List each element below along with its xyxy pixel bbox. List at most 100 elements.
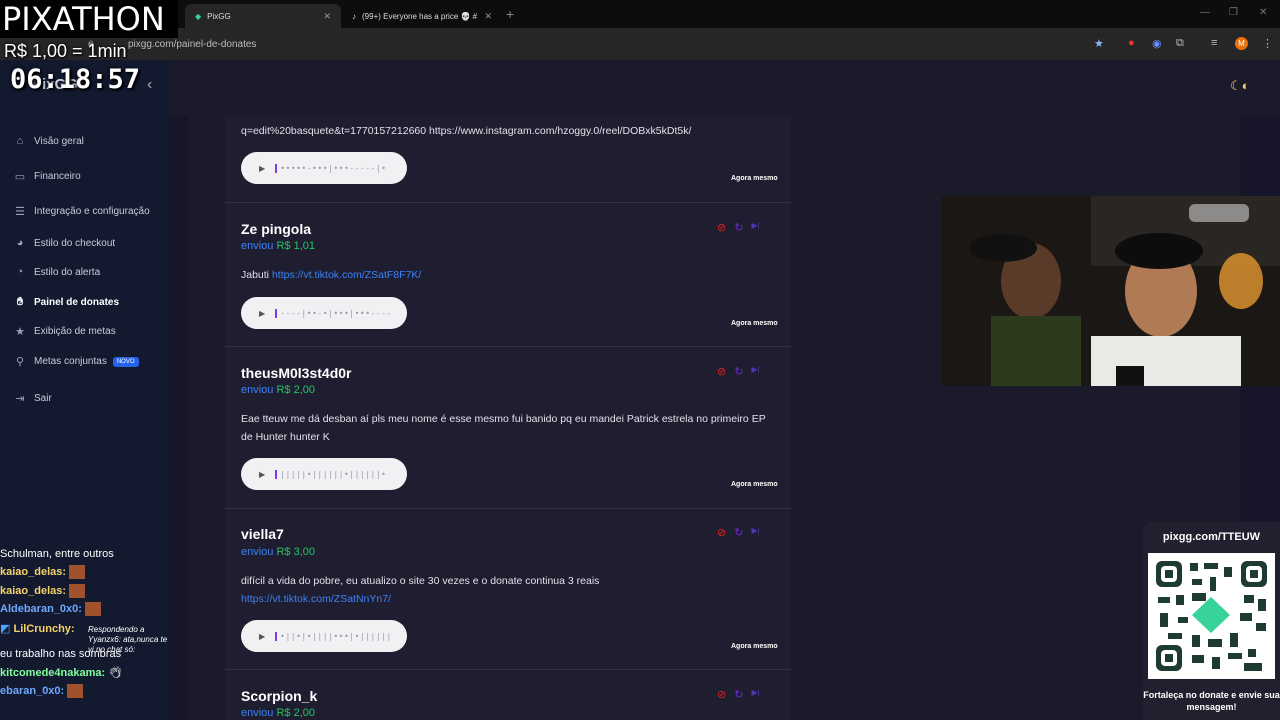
pixathon-rate: R$ 1,00 = 1min	[4, 41, 127, 61]
donor-name: Scorpion_k	[241, 688, 318, 704]
audio-player[interactable]: ▶ •||•|•||||•••|•||||||	[241, 620, 407, 652]
emote-hand-icon: 👏︎	[108, 667, 123, 679]
sidebar-item-painel-donates[interactable]: ✋︎ Painel de donates	[14, 296, 119, 309]
audio-player[interactable]: ▶ ·---|••-•|•••|•••----	[241, 297, 407, 329]
play-icon[interactable]: ▶	[259, 164, 265, 173]
audio-player[interactable]: ▶ •••••-•••|•••--·--|•	[241, 152, 407, 184]
divider	[225, 669, 791, 670]
chat-line: ebaran_0x0:	[0, 684, 84, 698]
waveform[interactable]: •||•|•||||•••|•||||||	[275, 631, 392, 641]
replay-icon[interactable]: ↻	[734, 365, 743, 378]
donor-name: Ze pingola	[241, 221, 311, 237]
maximize-icon[interactable]: ❐	[1229, 7, 1238, 18]
sent-label: enviou	[241, 240, 274, 252]
settings-sliders-icon: ☰	[15, 206, 25, 218]
chat-line: kitcomede4nakama: 👏︎	[0, 666, 122, 679]
ban-icon[interactable]: ⊘	[717, 365, 726, 378]
skip-icon[interactable]: ▶|	[751, 221, 759, 234]
skip-icon[interactable]: ▶|	[751, 688, 759, 701]
chat-line: Schulman, entre outros	[0, 548, 114, 560]
donation-message: q=edit%20basquete&t=1770157212660 https:…	[241, 125, 692, 137]
emote-face-icon	[69, 565, 86, 579]
donation-amount: R$ 3,00	[276, 546, 316, 558]
message-text: Jabuti	[241, 269, 270, 281]
share-icon: ⚲	[15, 356, 25, 368]
donation-link[interactable]: https://vt.tiktok.com/ZSatNnYn7/	[241, 593, 391, 605]
play-icon[interactable]: ▶	[259, 632, 265, 641]
play-icon[interactable]: ▶	[259, 309, 265, 318]
tiktok-icon: ♪	[352, 11, 356, 21]
waveform[interactable]: •••••-•••|•••--·--|•	[275, 163, 386, 173]
close-icon[interactable]: ✕	[484, 11, 492, 22]
media-controls-icon[interactable]: ≡	[1211, 37, 1217, 49]
ban-icon[interactable]: ⊘	[717, 526, 726, 539]
sent-label: enviou	[241, 707, 274, 719]
pixathon-title: PIXATHON	[0, 0, 178, 38]
sidebar-item-metas-conjuntas[interactable]: ⚲ Metas conjuntas NOVO	[14, 355, 139, 368]
close-icon[interactable]: ✕	[323, 11, 331, 22]
donation-time: Agora mesmo	[731, 320, 778, 327]
menu-kebab-icon[interactable]: ⋮	[1262, 37, 1273, 50]
chat-username: kaiao_delas:	[0, 584, 67, 597]
collapse-sidebar-icon[interactable]: ‹	[147, 76, 152, 94]
chat-line: ◩ LilCrunchy:	[0, 622, 75, 635]
replay-icon[interactable]: ↻	[734, 221, 743, 234]
tab-label: (99+) Everyone has a price 💀 #	[362, 11, 478, 21]
skip-icon[interactable]: ▶|	[751, 365, 759, 378]
donor-name: theusM0l3st4d0r	[241, 365, 352, 381]
donor-name: viella7	[241, 526, 284, 542]
sidebar-item-label: Exibição de metas	[34, 326, 116, 337]
qr-call-to-action: Fortaleça no donate e envie sua mensagem…	[1143, 690, 1280, 712]
close-window-icon[interactable]: ✕	[1259, 7, 1267, 18]
donation-actions: ⊘ ↻ ▶|	[717, 688, 760, 701]
sent-label: enviou	[241, 546, 274, 558]
extension-record-icon[interactable]: ●	[1128, 37, 1135, 49]
donation-time: Agora mesmo	[731, 175, 778, 182]
extensions-icon[interactable]: ⧉	[1176, 37, 1184, 50]
donation-link[interactable]: https://vt.tiktok.com/ZSatF8F7K/	[272, 269, 421, 281]
pixathon-timer: 06:18:57	[10, 64, 141, 95]
waveform[interactable]: |||||•||||||•||||||•	[275, 469, 386, 479]
donate-hand-icon: ✋︎	[16, 296, 24, 308]
sidebar-item-integracao[interactable]: ☰ Integração e configuração	[14, 205, 150, 218]
donation-time: Agora mesmo	[731, 481, 778, 488]
skip-icon[interactable]: ▶|	[751, 526, 759, 539]
content-gutter	[170, 116, 188, 720]
theme-toggle-icon[interactable]: ☾◐	[1230, 78, 1250, 94]
tab-label: PixGG	[207, 11, 231, 21]
audio-player[interactable]: ▶ |||||•||||||•||||||•	[241, 458, 407, 490]
profile-avatar[interactable]: M	[1235, 37, 1248, 50]
play-icon[interactable]: ▶	[259, 470, 265, 479]
chat-username: kaiao_delas:	[0, 565, 67, 578]
sidebar-item-exibicao-metas[interactable]: ★ Exibição de metas	[14, 325, 116, 338]
sidebar-item-financeiro[interactable]: ▭ Financeiro	[14, 170, 81, 183]
donation-amount-line: enviou R$ 1,01	[241, 240, 315, 252]
home-icon: ⌂	[16, 135, 24, 147]
donation-message: Eae tteuw me dá desban aí pls meu nome é…	[241, 413, 766, 443]
chat-username: Aldebaran_0x0:	[0, 602, 82, 615]
bookmark-star-icon[interactable]: ★	[1094, 37, 1104, 50]
sidebar-item-sair[interactable]: ⇥ Sair	[14, 392, 51, 405]
new-tab-button[interactable]: +	[506, 6, 514, 22]
minimize-icon[interactable]: —	[1200, 7, 1210, 18]
donation-actions: ⊘ ↻ ▶|	[717, 526, 760, 539]
extension-wave-icon[interactable]: ◉	[1152, 37, 1162, 50]
donation-message: Jabuti https://vt.tiktok.com/ZSatF8F7K/	[241, 266, 771, 284]
waveform[interactable]: ·---|••-•|•••|•••----	[275, 308, 392, 318]
ban-icon[interactable]: ⊘	[717, 688, 726, 701]
tab-pixgg[interactable]: ◆ PixGG ✕	[185, 4, 341, 28]
sidebar-item-label: Painel de donates	[34, 297, 120, 308]
replay-icon[interactable]: ↻	[734, 526, 743, 539]
ban-icon[interactable]: ⊘	[717, 221, 726, 234]
star-icon: ★	[15, 326, 25, 338]
url-field[interactable]: pixgg.com/painel-de-donates	[128, 39, 256, 50]
sidebar-item-estilo-checkout[interactable]: ◕ Estilo do checkout	[14, 237, 116, 249]
donation-amount-line: enviou R$ 2,00	[241, 384, 315, 396]
sidebar-item-label: Integração e configuração	[34, 206, 150, 217]
sidebar-item-estilo-alerta[interactable]: ◔ Estilo do alerta	[14, 266, 100, 278]
replay-icon[interactable]: ↻	[734, 688, 743, 701]
sidebar-item-visao-geral[interactable]: ⌂ Visão geral	[14, 135, 84, 147]
tab-tiktok[interactable]: ♪ (99+) Everyone has a price 💀 # ✕	[342, 4, 502, 28]
badge-icon: ◩	[0, 623, 11, 635]
donation-actions: ⊘ ↻ ▶|	[717, 221, 760, 234]
